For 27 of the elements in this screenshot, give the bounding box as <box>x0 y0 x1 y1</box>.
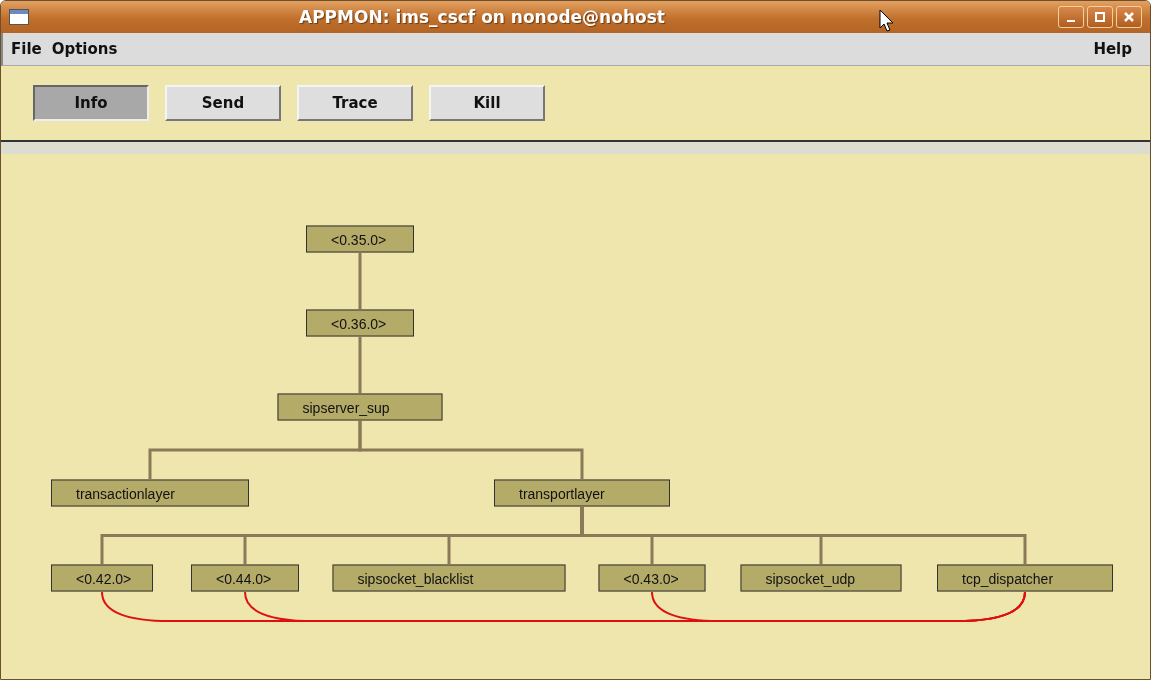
process-node[interactable]: <0.35.0> <box>306 225 414 253</box>
process-node[interactable]: sipsocket_udp <box>740 564 902 592</box>
process-node[interactable]: sipserver_sup <box>277 393 443 421</box>
toolbar-button[interactable]: Info <box>33 85 149 121</box>
menu-item[interactable]: Options <box>51 40 118 58</box>
close-button[interactable] <box>1116 6 1142 28</box>
toolbar-button[interactable]: Trace <box>297 85 413 121</box>
process-node[interactable]: <0.42.0> <box>51 564 153 592</box>
process-node[interactable]: <0.43.0> <box>598 564 706 592</box>
window-icon[interactable] <box>9 9 29 25</box>
menu-item[interactable]: File <box>11 40 42 58</box>
process-node[interactable]: <0.36.0> <box>306 309 414 337</box>
window-title: APPMON: ims_cscf on nonode@nohost <box>299 7 665 27</box>
menu-item[interactable]: Help <box>1093 40 1132 58</box>
process-node[interactable]: transportlayer <box>494 479 670 507</box>
maximize-button[interactable] <box>1087 6 1113 28</box>
process-node[interactable]: sipsocket_blacklist <box>332 564 566 592</box>
minimize-button[interactable] <box>1058 6 1084 28</box>
cursor-icon <box>879 9 895 33</box>
toolbar-button[interactable]: Kill <box>429 85 545 121</box>
maximize-icon <box>1094 11 1106 23</box>
close-icon <box>1123 11 1135 23</box>
toolbar-button[interactable]: Send <box>165 85 281 121</box>
process-node[interactable]: tcp_dispatcher <box>937 564 1113 592</box>
process-node[interactable]: transactionlayer <box>51 479 249 507</box>
process-node[interactable]: <0.44.0> <box>191 564 299 592</box>
minimize-icon <box>1067 20 1075 22</box>
